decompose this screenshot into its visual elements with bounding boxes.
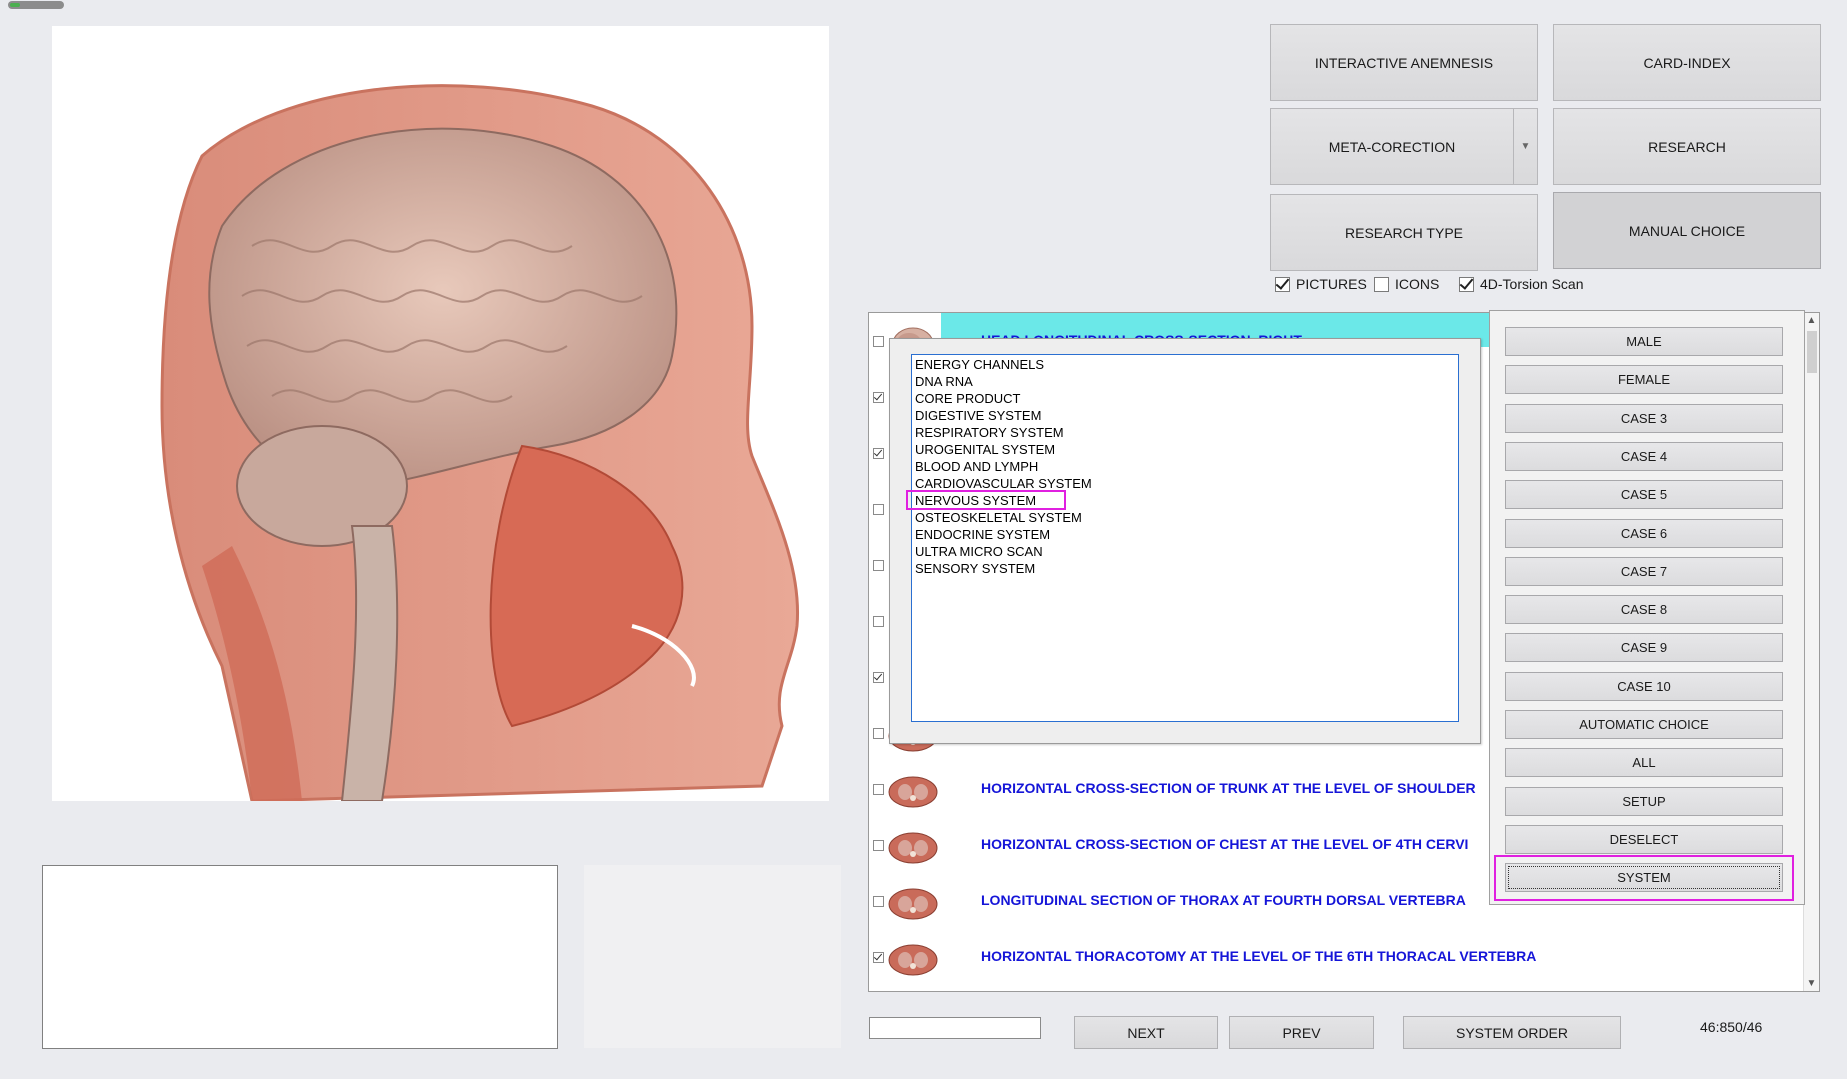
manual-choice-label: MANUAL CHOICE	[1628, 222, 1746, 239]
row-checkbox[interactable]	[873, 896, 884, 907]
case-button-case-5[interactable]: CASE 5	[1505, 480, 1783, 510]
system-item[interactable]: OSTEOSKELETAL SYSTEM	[915, 509, 1082, 526]
case-button-case-6[interactable]: CASE 6	[1505, 518, 1783, 548]
row-title[interactable]: HORIZONTAL CROSS-SECTION OF TRUNK AT THE…	[981, 780, 1476, 796]
case-button-case-9[interactable]: CASE 9	[1505, 633, 1783, 663]
torsion-scan-checkbox-label: 4D-Torsion Scan	[1480, 276, 1584, 292]
system-order-label: SYSTEM ORDER	[1455, 1024, 1568, 1041]
case-button-case-4[interactable]: CASE 4	[1505, 441, 1783, 471]
highlight-frame	[906, 490, 1066, 510]
case-button-case-8[interactable]: CASE 8	[1505, 595, 1783, 625]
case-button-automatic-choice[interactable]: AUTOMATIC CHOICE	[1505, 710, 1783, 739]
pictures-checkbox-box[interactable]	[1275, 276, 1290, 292]
next-label: NEXT	[1127, 1024, 1165, 1041]
icons-checkbox-label: ICONS	[1395, 276, 1440, 292]
system-listbox[interactable]: ENERGY CHANNELS DNA RNA CORE PRODUCT DIGEST…	[906, 354, 1459, 722]
progress-fill	[10, 3, 21, 7]
page-counter: 46:850/46	[1700, 1019, 1763, 1035]
row-checkbox[interactable]	[873, 392, 884, 403]
page-input[interactable]	[869, 1017, 1041, 1039]
anatomy-picture	[52, 26, 829, 801]
icons-checkbox-box[interactable]	[1374, 276, 1389, 292]
torsion-scan-checkbox-box[interactable]	[1459, 276, 1474, 292]
system-item[interactable]: SENSORY SYSTEM	[915, 560, 1035, 577]
manual-choice-button[interactable]: MANUAL CHOICE	[1553, 192, 1821, 269]
case-button-female[interactable]: FEMALE	[1505, 365, 1783, 395]
row-checkbox[interactable]	[873, 560, 884, 571]
system-order-button[interactable]: SYSTEM ORDER	[1403, 1016, 1621, 1049]
progress-indicator	[8, 1, 64, 9]
icons-checkbox[interactable]: ICONS	[1374, 276, 1439, 292]
scroll-up-icon[interactable]: ▲	[1804, 315, 1819, 326]
row-checkbox[interactable]	[873, 336, 884, 347]
row-checkbox[interactable]	[873, 616, 884, 627]
case-button-setup[interactable]: SETUP	[1505, 786, 1783, 816]
meta-corection-label: META-CORECTION	[1328, 138, 1456, 155]
dropdown-arrow-icon[interactable]: ▼	[1513, 109, 1537, 184]
system-item[interactable]: ENERGY CHANNELS	[915, 356, 1044, 373]
section-thumb	[888, 944, 938, 976]
system-popup: ENERGY CHANNELS DNA RNA CORE PRODUCT DIGEST…	[889, 338, 1481, 744]
prev-label: PREV	[1282, 1024, 1321, 1041]
torsion-scan-checkbox[interactable]: 4D-Torsion Scan	[1459, 276, 1584, 292]
row-checkbox[interactable]	[873, 952, 884, 963]
pictures-checkbox-label: PICTURES	[1296, 276, 1367, 292]
row-checkbox[interactable]	[873, 840, 884, 851]
case-button-case-7[interactable]: CASE 7	[1505, 556, 1783, 586]
row-checkbox[interactable]	[873, 728, 884, 739]
row-checkbox[interactable]	[873, 448, 884, 459]
system-item[interactable]: RESPIRATORY SYSTEM	[915, 424, 1064, 441]
system-item[interactable]: CORE PRODUCT	[915, 390, 1020, 407]
row-checkbox[interactable]	[873, 672, 884, 683]
preview-box	[584, 865, 841, 1048]
research-button[interactable]: RESEARCH	[1553, 108, 1821, 185]
row-title[interactable]: LONGITUDINAL SECTION OF THORAX AT FOURTH…	[981, 892, 1466, 908]
row-title[interactable]: HORIZONTAL THORACOTOMY AT THE LEVEL OF T…	[981, 948, 1536, 964]
list-scrollbar[interactable]: ▲ ▼	[1803, 313, 1819, 991]
research-label: RESEARCH	[1648, 138, 1726, 155]
list-row[interactable]: HORIZONTAL THORACOTOMY AT THE LEVEL OF T…	[869, 932, 1804, 988]
pictures-checkbox[interactable]: PICTURES	[1275, 276, 1367, 292]
prev-button[interactable]: PREV	[1229, 1016, 1374, 1049]
system-item[interactable]: ULTRA MICRO SCAN	[915, 543, 1043, 560]
section-thumb	[888, 832, 938, 864]
scroll-down-icon[interactable]: ▼	[1804, 978, 1819, 989]
card-index-button[interactable]: CARD-INDEX	[1553, 24, 1821, 101]
case-button-case-3[interactable]: CASE 3	[1505, 403, 1783, 433]
row-checkbox[interactable]	[873, 784, 884, 795]
interactive-anemnesis-label: INTERACTIVE ANEMNESIS	[1314, 54, 1494, 71]
scrollbar-thumb[interactable]	[1807, 331, 1817, 373]
row-checkbox[interactable]	[873, 504, 884, 515]
research-type-button[interactable]: RESEARCH TYPE	[1270, 194, 1538, 271]
head-cross-section-image	[160, 84, 800, 801]
notes-box[interactable]	[42, 865, 558, 1049]
card-index-label: CARD-INDEX	[1643, 54, 1731, 71]
section-thumb	[888, 776, 938, 808]
case-button-case-10[interactable]: CASE 10	[1505, 671, 1783, 701]
system-item[interactable]: DIGESTIVE SYSTEM	[915, 407, 1041, 424]
case-panel: MALE FEMALE CASE 3 CASE 4 CASE 5 CASE 6 CASE 7…	[1489, 310, 1805, 905]
case-button-all[interactable]: ALL	[1505, 748, 1783, 778]
research-type-label: RESEARCH TYPE	[1345, 224, 1463, 241]
row-title[interactable]: HORIZONTAL CROSS-SECTION OF CHEST AT THE…	[981, 836, 1468, 852]
system-item[interactable]: DNA RNA	[915, 373, 973, 390]
case-button-deselect[interactable]: DESELECT	[1505, 824, 1783, 854]
system-item[interactable]: BLOOD AND LYMPH	[915, 458, 1038, 475]
highlight-frame	[1494, 855, 1794, 902]
next-button[interactable]: NEXT	[1074, 1016, 1218, 1049]
system-item[interactable]: UROGENITAL SYSTEM	[915, 441, 1055, 458]
section-thumb	[888, 888, 938, 920]
meta-corection-button[interactable]: META-CORECTION ▼	[1270, 108, 1538, 185]
case-button-male[interactable]: MALE	[1505, 327, 1783, 356]
interactive-anemnesis-button[interactable]: INTERACTIVE ANEMNESIS	[1270, 24, 1538, 101]
system-item[interactable]: ENDOCRINE SYSTEM	[915, 526, 1050, 543]
